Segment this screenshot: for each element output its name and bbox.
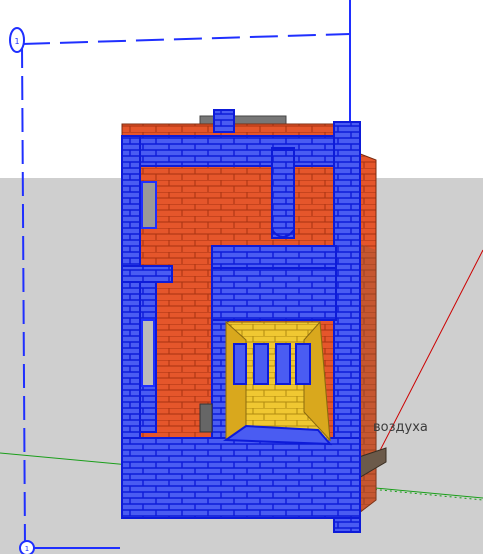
- red-axis: [369, 249, 483, 471]
- ash-door[interactable]: [199, 403, 213, 433]
- green-axis-dashed: [359, 487, 483, 501]
- section-marker-label: 1: [14, 37, 19, 46]
- model-scene[interactable]: 1 1: [0, 0, 483, 554]
- cleanout-door-upper[interactable]: [141, 181, 157, 229]
- annotation-label: воздуха: [373, 420, 428, 435]
- 3d-viewport[interactable]: 1 1 воздуха: [0, 0, 483, 554]
- section-plane-marker-top[interactable]: 1: [9, 27, 25, 53]
- section-marker-label: 1: [25, 545, 29, 553]
- chimney-channel[interactable]: [271, 149, 295, 238]
- section-plane-marker-bottom[interactable]: 1: [19, 540, 35, 554]
- cleanout-door-lower[interactable]: [141, 319, 155, 387]
